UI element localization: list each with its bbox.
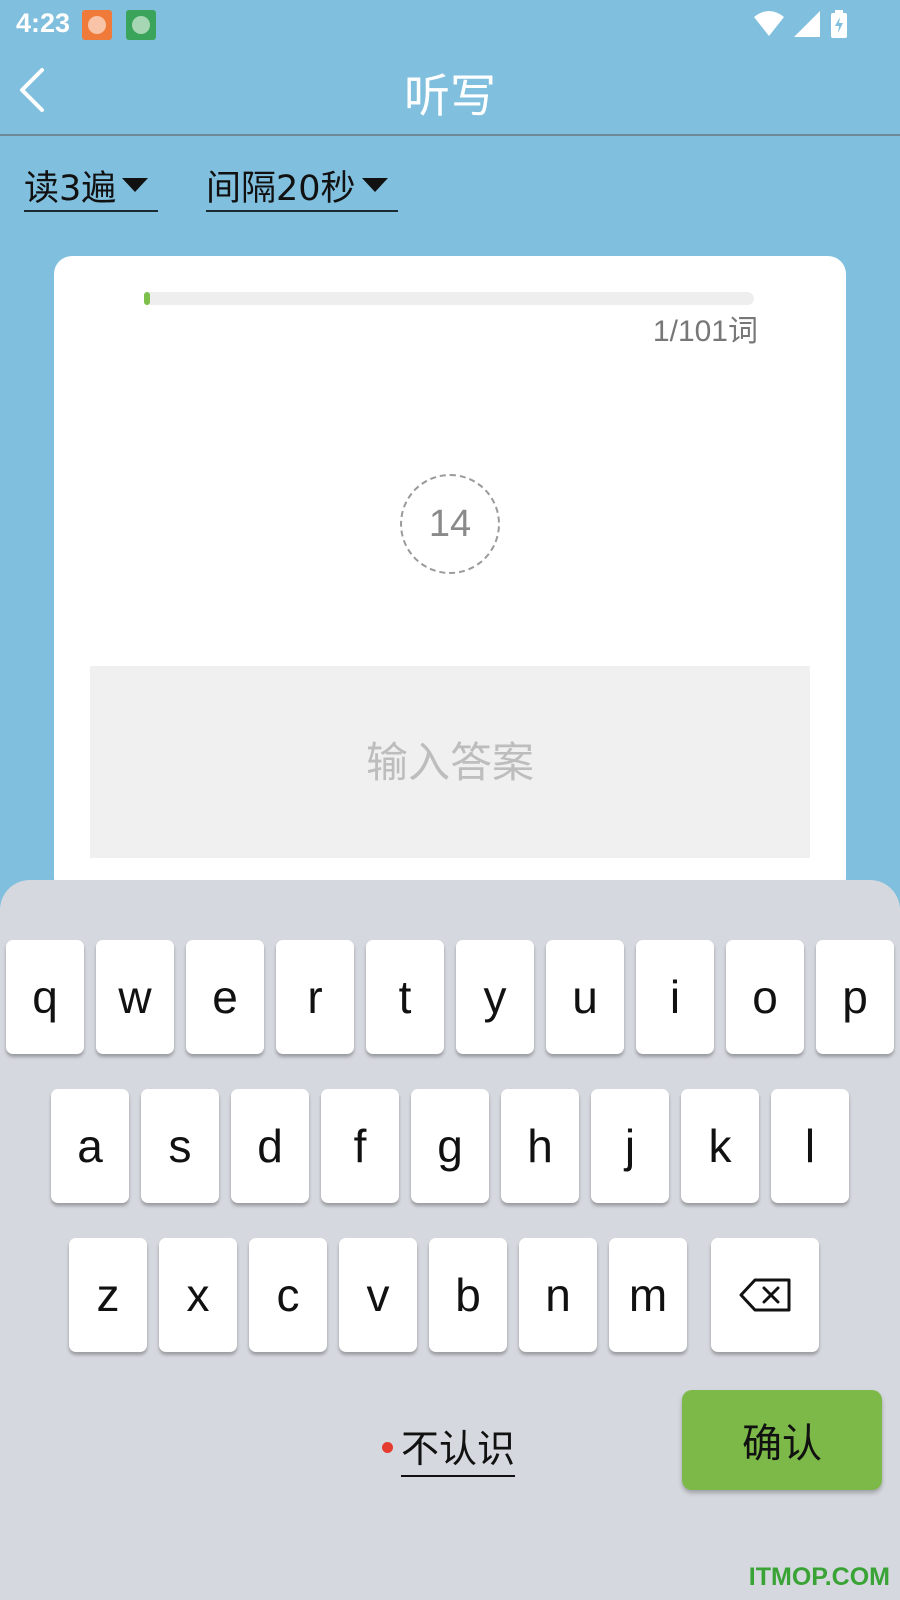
unknown-word-label: 不认识 [401, 1418, 516, 1477]
progress-bar [144, 292, 754, 305]
app-header: 听写 [0, 48, 900, 136]
key-b[interactable]: b [429, 1238, 507, 1352]
key-g[interactable]: g [411, 1089, 489, 1203]
key-j[interactable]: j [591, 1089, 669, 1203]
repeat-count-dropdown[interactable]: 读3遍 [24, 160, 158, 212]
repeat-count-label: 读3遍 [24, 168, 117, 209]
countdown-timer: 14 [400, 474, 500, 574]
key-x[interactable]: x [159, 1238, 237, 1352]
progress-label: 1/101词 [652, 315, 758, 348]
key-l[interactable]: l [771, 1089, 849, 1203]
key-s[interactable]: s [141, 1089, 219, 1203]
key-o[interactable]: o [726, 940, 804, 1054]
key-u[interactable]: u [546, 940, 624, 1054]
answer-input[interactable] [90, 666, 810, 858]
key-m[interactable]: m [609, 1238, 687, 1352]
backspace-key[interactable] [711, 1238, 819, 1352]
status-icons [754, 10, 848, 38]
key-q[interactable]: q [6, 940, 84, 1054]
key-i[interactable]: i [636, 940, 714, 1054]
interval-dropdown[interactable]: 间隔20秒 [206, 160, 398, 212]
key-f[interactable]: f [321, 1089, 399, 1203]
key-y[interactable]: y [456, 940, 534, 1054]
virtual-keyboard: qwertyuiop asdfghjkl zxcvbnm [0, 880, 900, 1600]
key-p[interactable]: p [816, 940, 894, 1054]
key-d[interactable]: d [231, 1089, 309, 1203]
key-h[interactable]: h [501, 1089, 579, 1203]
key-n[interactable]: n [519, 1238, 597, 1352]
backspace-icon [739, 1278, 791, 1312]
key-k[interactable]: k [681, 1089, 759, 1203]
status-time: 4:23 [16, 8, 71, 38]
dictation-card: 1/101词 14 [54, 256, 846, 896]
red-dot-indicator [382, 1442, 393, 1453]
key-t[interactable]: t [366, 940, 444, 1054]
interval-label: 间隔20秒 [206, 168, 356, 209]
dropdown-caret-icon [361, 178, 388, 192]
key-e[interactable]: e [186, 940, 264, 1054]
confirm-button[interactable]: 确认 [682, 1390, 882, 1490]
app-notification-icon [82, 10, 112, 40]
cellular-signal-icon [794, 11, 820, 37]
battery-charging-icon [831, 10, 847, 38]
page-title: 听写 [404, 69, 496, 123]
unknown-word-button[interactable]: 不认识 [382, 1418, 516, 1477]
key-r[interactable]: r [276, 940, 354, 1054]
dropdown-caret-icon [122, 178, 149, 192]
wifi-icon [754, 11, 784, 36]
watermark: ITMOP.COM [748, 1563, 890, 1591]
key-c[interactable]: c [249, 1238, 327, 1352]
key-z[interactable]: z [69, 1238, 147, 1352]
status-bar: 4:23 [0, 0, 900, 48]
key-a[interactable]: a [51, 1089, 129, 1203]
app-notification-icon [126, 10, 156, 40]
progress-bar-fill [144, 292, 151, 305]
key-w[interactable]: w [96, 940, 174, 1054]
key-v[interactable]: v [339, 1238, 417, 1352]
